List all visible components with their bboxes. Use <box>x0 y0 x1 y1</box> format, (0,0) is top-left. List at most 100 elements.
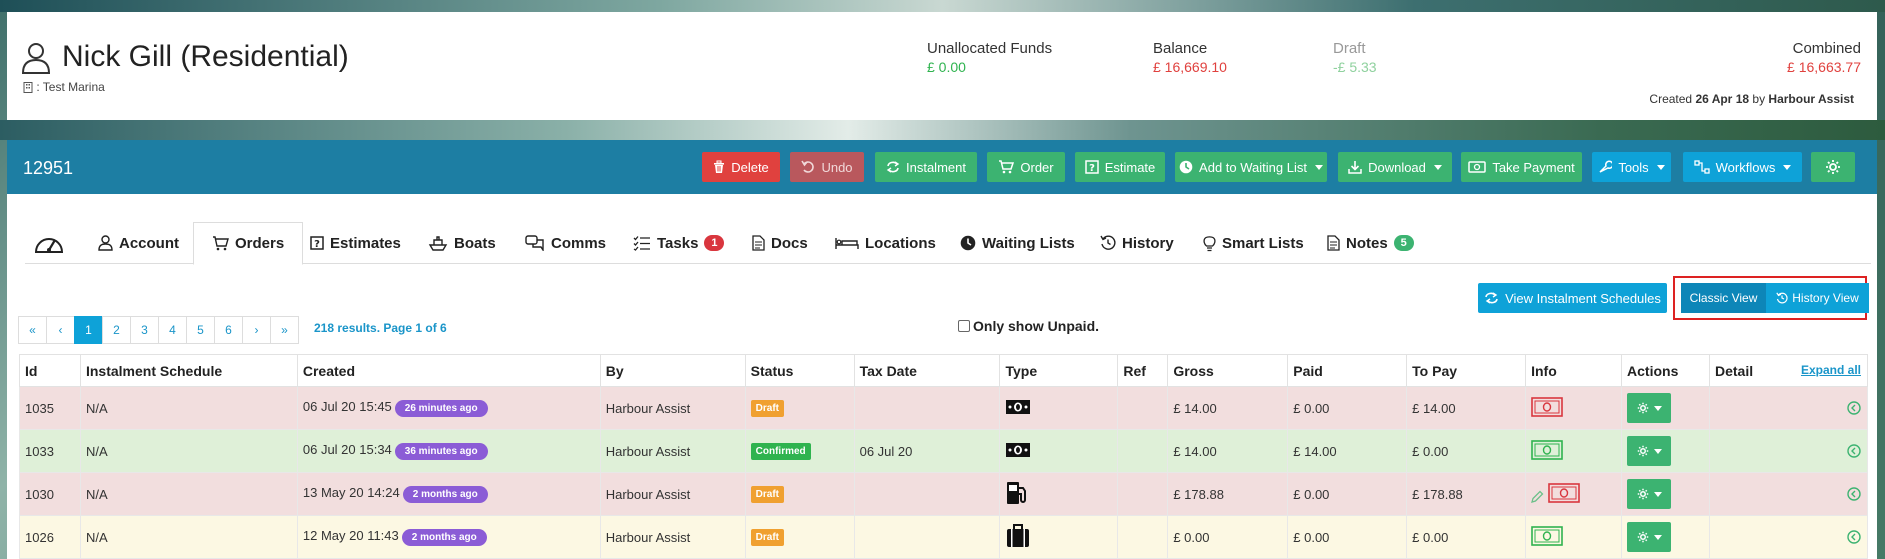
tab-orders[interactable]: Orders <box>193 222 304 265</box>
tab-waiting-lists[interactable]: Waiting Lists <box>960 222 1075 264</box>
tab-smart-lists[interactable]: Smart Lists <box>1203 222 1304 264</box>
fuel-pump-icon <box>1007 481 1027 504</box>
download-button[interactable]: Download <box>1338 152 1452 182</box>
tab-tasks[interactable]: Tasks 1 <box>633 222 725 264</box>
tab-dashboard[interactable] <box>33 222 65 264</box>
page-prev[interactable]: ‹ <box>46 316 75 344</box>
take-payment-button[interactable]: Take Payment <box>1461 152 1582 182</box>
cell-gross: £ 14.00 <box>1167 429 1289 473</box>
cell-schedule: N/A <box>79 429 298 473</box>
tools-button[interactable]: Tools <box>1592 152 1671 182</box>
column-header[interactable]: Actions <box>1621 354 1710 387</box>
chevron-down-icon <box>1653 405 1662 411</box>
workflows-button[interactable]: Workflows <box>1683 152 1802 182</box>
tab-locations[interactable]: Locations <box>835 222 936 264</box>
column-header[interactable]: To Pay <box>1406 354 1527 387</box>
expand-row-icon[interactable] <box>1847 401 1861 415</box>
status-badge: Draft <box>750 486 784 503</box>
instalment-button[interactable]: Instalment <box>875 152 977 182</box>
row-actions-button[interactable] <box>1627 479 1672 509</box>
tab-label: Boats <box>454 234 496 252</box>
marina-name: : Test Marina <box>36 80 105 94</box>
gear-icon <box>1637 402 1648 414</box>
column-header[interactable]: Created <box>296 354 601 387</box>
tools-label: Tools <box>1618 159 1649 175</box>
table-row[interactable]: 1035 N/A 06 Jul 20 15:45 26 minutes ago H… <box>19 386 1869 430</box>
tab-boats[interactable]: Boats <box>428 222 496 264</box>
background-photo-strip <box>0 120 1885 140</box>
expand-row-icon[interactable] <box>1847 530 1861 544</box>
gear-icon <box>1637 531 1648 543</box>
tab-notes[interactable]: Notes 5 <box>1327 222 1414 264</box>
page-6[interactable]: 6 <box>214 316 243 344</box>
tab-docs[interactable]: Docs <box>752 222 808 264</box>
expand-all-link[interactable]: Expand all <box>1801 363 1861 377</box>
tab-comms[interactable]: Comms <box>525 222 606 264</box>
only-unpaid-filter[interactable]: Only show Unpaid. <box>958 318 1099 334</box>
user-icon <box>98 235 113 251</box>
created-datetime: 06 Jul 20 15:45 <box>302 399 392 415</box>
chevron-down-icon <box>1656 164 1665 170</box>
column-header[interactable]: Gross <box>1167 354 1289 387</box>
customer-header: Nick Gill (Residential) : Test Marina Un… <box>7 12 1877 120</box>
stat-balance: Balance £ 16,669.10 <box>1153 40 1227 75</box>
view-instalment-schedules-button[interactable]: View Instalment Schedules <box>1478 283 1667 313</box>
cell-paid: £ 0.00 <box>1287 515 1408 559</box>
page-5[interactable]: 5 <box>186 316 215 344</box>
column-header[interactable]: Status <box>744 354 855 387</box>
settings-button[interactable] <box>1811 152 1855 182</box>
cash-icon <box>1006 399 1031 414</box>
page-next[interactable]: › <box>242 316 271 344</box>
tab-label: Locations <box>865 234 936 252</box>
undo-label: Undo <box>821 159 853 175</box>
download-icon <box>1348 161 1362 174</box>
table-row[interactable]: 1026 N/A 12 May 20 11:43 2 months ago Har… <box>19 515 1869 559</box>
pencil-icon[interactable] <box>1531 490 1544 503</box>
question-box-icon: ? <box>1084 160 1099 174</box>
order-button[interactable]: Order <box>987 152 1065 182</box>
stat-draft: Draft -£ 5.33 <box>1333 40 1377 75</box>
cell-created: 13 May 20 14:24 2 months ago <box>296 472 601 516</box>
column-header[interactable]: Instalment Schedule <box>79 354 298 387</box>
row-actions-button[interactable] <box>1627 522 1672 552</box>
column-header[interactable]: By <box>599 354 746 387</box>
expand-row-icon[interactable] <box>1847 487 1861 501</box>
luggage-icon <box>1007 523 1030 547</box>
page-last[interactable]: » <box>270 316 299 344</box>
add-to-waiting-list-button[interactable]: Add to Waiting List <box>1175 152 1327 182</box>
column-header[interactable]: Paid <box>1287 354 1408 387</box>
page-2[interactable]: 2 <box>102 316 131 344</box>
table-row[interactable]: 1030 N/A 13 May 20 14:24 2 months ago Har… <box>19 472 1869 516</box>
delete-button[interactable]: Delete <box>702 152 780 182</box>
tab-account[interactable]: Account <box>98 222 179 264</box>
cell-detail <box>1708 472 1869 516</box>
column-header[interactable]: Ref <box>1117 354 1169 387</box>
cell-id: 1030 <box>19 472 81 516</box>
page-first[interactable]: « <box>18 316 47 344</box>
undo-button[interactable]: Undo <box>790 152 864 182</box>
expand-row-icon[interactable] <box>1847 444 1861 458</box>
column-header[interactable]: Id <box>19 354 81 387</box>
page-1[interactable]: 1 <box>74 316 103 344</box>
order-label: Order <box>1020 159 1054 175</box>
page-3[interactable]: 3 <box>130 316 159 344</box>
cell-id: 1033 <box>19 429 81 473</box>
history-icon <box>1776 292 1788 304</box>
history-view-button[interactable]: History View <box>1766 283 1869 313</box>
estimate-label: Estimate <box>1104 159 1156 175</box>
tab-estimates[interactable]: ? Estimates <box>310 222 401 264</box>
column-header[interactable]: Tax Date <box>853 354 1001 387</box>
tab-history[interactable]: History <box>1100 222 1174 264</box>
column-header[interactable]: Type <box>999 354 1119 387</box>
row-actions-button[interactable] <box>1627 436 1672 466</box>
cell-info <box>1525 429 1623 473</box>
page-4[interactable]: 4 <box>158 316 187 344</box>
only-unpaid-checkbox[interactable] <box>958 320 970 332</box>
estimate-button[interactable]: ? Estimate <box>1075 152 1165 182</box>
table-row[interactable]: 1033 N/A 06 Jul 20 15:34 36 minutes ago H… <box>19 429 1869 473</box>
column-header[interactable]: Info <box>1525 354 1623 387</box>
cell-status: Draft <box>744 472 855 516</box>
question-box-icon: ? <box>310 236 324 250</box>
row-actions-button[interactable] <box>1627 393 1672 423</box>
classic-view-button[interactable]: Classic View <box>1681 283 1766 313</box>
